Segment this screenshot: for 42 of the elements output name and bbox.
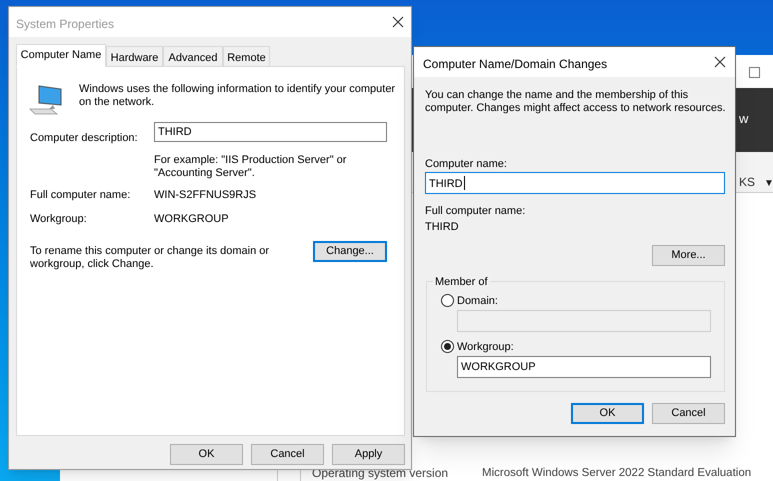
tab[interactable]: Remote <box>223 46 270 67</box>
maximize-icon[interactable] <box>749 67 760 78</box>
window-title: System Properties <box>16 16 114 33</box>
button[interactable]: Cancel <box>652 403 725 424</box>
field-label: Computer description: <box>30 131 138 146</box>
button[interactable]: OK <box>571 403 644 424</box>
dropdown-arrow-icon[interactable]: ▼ <box>764 176 773 191</box>
description-field[interactable]: THIRD <box>154 122 387 142</box>
button[interactable]: OK <box>170 444 243 465</box>
tab[interactable]: Computer Name <box>16 44 106 67</box>
hint-text: To rename this computer or change its domain or workgroup, click Change. <box>30 245 270 271</box>
field-value: THIRD <box>425 220 459 235</box>
radio-button[interactable] <box>441 294 454 307</box>
toolbar-text: w <box>739 111 748 126</box>
close-icon[interactable] <box>714 56 726 68</box>
intro-text: You can change the name and the membership of this computer. Changes might affect access to network resources. <box>425 89 727 115</box>
close-icon[interactable] <box>392 16 404 28</box>
button[interactable]: More... <box>652 245 725 266</box>
tab[interactable]: Hardware <box>106 46 163 67</box>
window-title: Computer Name/Domain Changes <box>423 56 608 73</box>
radio-label: Workgroup: <box>457 340 514 355</box>
field-label: Workgroup: <box>30 212 87 227</box>
text-cursor <box>464 176 465 190</box>
field-label: Full computer name: <box>425 204 526 219</box>
property-label: Operating system version <box>312 467 448 480</box>
name-field[interactable]: THIRD <box>425 172 725 194</box>
field-value: WORKGROUP <box>154 212 229 227</box>
field-value: WIN-S2FFNUS9RJS <box>154 188 256 203</box>
field-label: Computer name: <box>425 157 507 172</box>
computer-icon <box>29 85 63 115</box>
tab[interactable]: Advanced <box>163 46 223 67</box>
dropdown-text: KS <box>739 175 756 189</box>
workgroup-field[interactable]: WORKGROUP <box>457 356 711 378</box>
radio-label: Domain: <box>457 294 498 309</box>
button[interactable]: Apply <box>332 444 405 465</box>
property-value: Microsoft Windows Server 2022 Standard Evaluation <box>482 467 752 480</box>
intro-text: Windows uses the following information to identify your computer on the network. <box>79 83 396 109</box>
example-text: For example: "IIS Production Server" or "Accounting Server". <box>154 154 348 180</box>
radio-button[interactable] <box>441 340 454 353</box>
field-label: Full computer name: <box>30 188 130 203</box>
button[interactable]: Cancel <box>251 444 324 465</box>
button[interactable]: Change... <box>313 241 387 262</box>
